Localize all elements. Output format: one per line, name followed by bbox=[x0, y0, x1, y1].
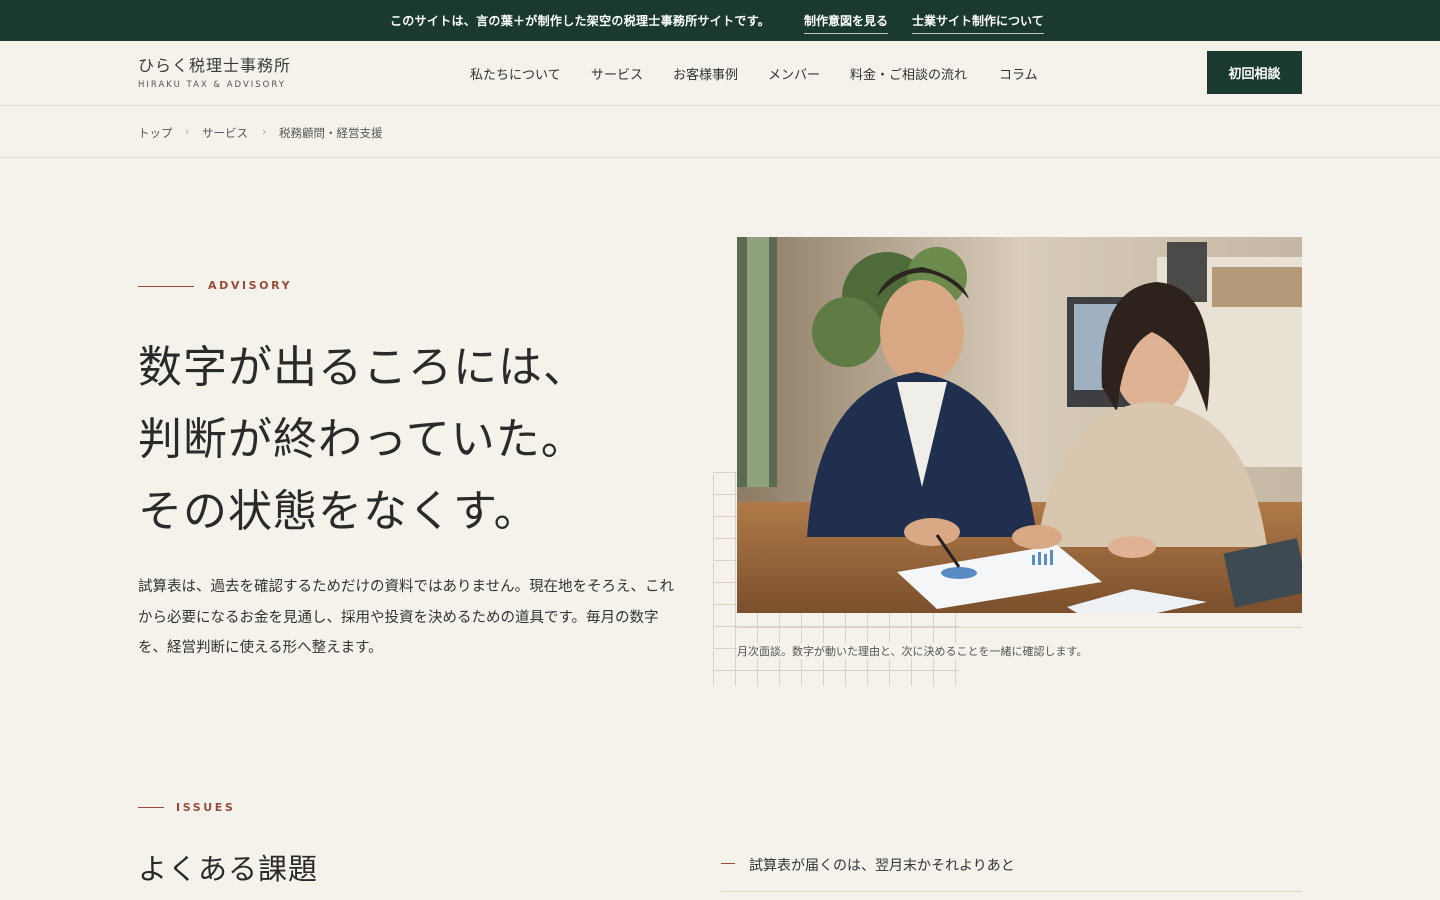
hero-photo bbox=[737, 237, 1302, 613]
breadcrumb-top[interactable]: トップ bbox=[138, 125, 173, 141]
consultation-button[interactable]: 初回相談 bbox=[1207, 51, 1302, 94]
notice-link-intent[interactable]: 制作意図を見る bbox=[804, 12, 889, 34]
breadcrumb-separator: › bbox=[185, 125, 190, 138]
breadcrumb-services[interactable]: サービス bbox=[202, 125, 248, 141]
headline-line-3: その状態をなくす。 bbox=[138, 486, 539, 537]
nav-item-about[interactable]: 私たちについて bbox=[470, 64, 561, 83]
breadcrumb: トップ › サービス › 税務顧問・経営支援 bbox=[0, 106, 1440, 158]
issue-item: 試算表が届くのは、翌月末かそれよりあと bbox=[749, 858, 1015, 874]
caption-rule bbox=[737, 627, 1302, 628]
nav-item-cases[interactable]: お客様事例 bbox=[673, 64, 738, 83]
issues-eyebrow-rule bbox=[138, 807, 164, 808]
breadcrumb-current: 税務顧問・経営支援 bbox=[279, 126, 383, 140]
issue-divider bbox=[721, 891, 1302, 892]
eyebrow-rule bbox=[138, 286, 194, 287]
issue-dash bbox=[721, 863, 735, 864]
notice-bar: このサイトは、言の葉＋が制作した架空の税理士事務所サイトです。 制作意図を見る … bbox=[0, 0, 1440, 41]
nav-item-pricing[interactable]: 料金・ご相談の流れ bbox=[850, 64, 967, 83]
hero-headline: 数字が出るころには、 判断が終わっていた。 その状態をなくす。 bbox=[138, 332, 588, 548]
hero-lead: 試算表は、過去を確認するためだけの資料ではありません。現在地をそろえ、これから必… bbox=[138, 579, 675, 656]
logo-subtitle: HIRAKU TAX & ADVISORY bbox=[138, 80, 286, 90]
photo-caption: 月次面談。数字が動いた理由と、次に決めることを一緒に確認します。 bbox=[737, 643, 1092, 659]
notice-link-about[interactable]: 士業サイト制作について bbox=[912, 12, 1044, 34]
site-header: ひらく税理士事務所 HIRAKU TAX & ADVISORY 私たちについて … bbox=[0, 41, 1440, 106]
breadcrumb-separator: › bbox=[262, 125, 267, 138]
hero-eyebrow: ADVISORY bbox=[208, 279, 293, 292]
headline-line-2: 判断が終わっていた。 bbox=[138, 414, 586, 465]
logo[interactable]: ひらく税理士事務所 bbox=[138, 52, 291, 76]
issues-eyebrow: ISSUES bbox=[176, 801, 236, 814]
nav-item-services[interactable]: サービス bbox=[591, 64, 643, 83]
headline-line-1: 数字が出るころには、 bbox=[138, 342, 588, 393]
notice-message: このサイトは、言の葉＋が制作した架空の税理士事務所サイトです。 bbox=[390, 14, 771, 28]
issues-title: よくある課題 bbox=[138, 852, 319, 886]
nav-item-members[interactable]: メンバー bbox=[768, 64, 820, 83]
nav-item-column[interactable]: コラム bbox=[999, 64, 1038, 83]
